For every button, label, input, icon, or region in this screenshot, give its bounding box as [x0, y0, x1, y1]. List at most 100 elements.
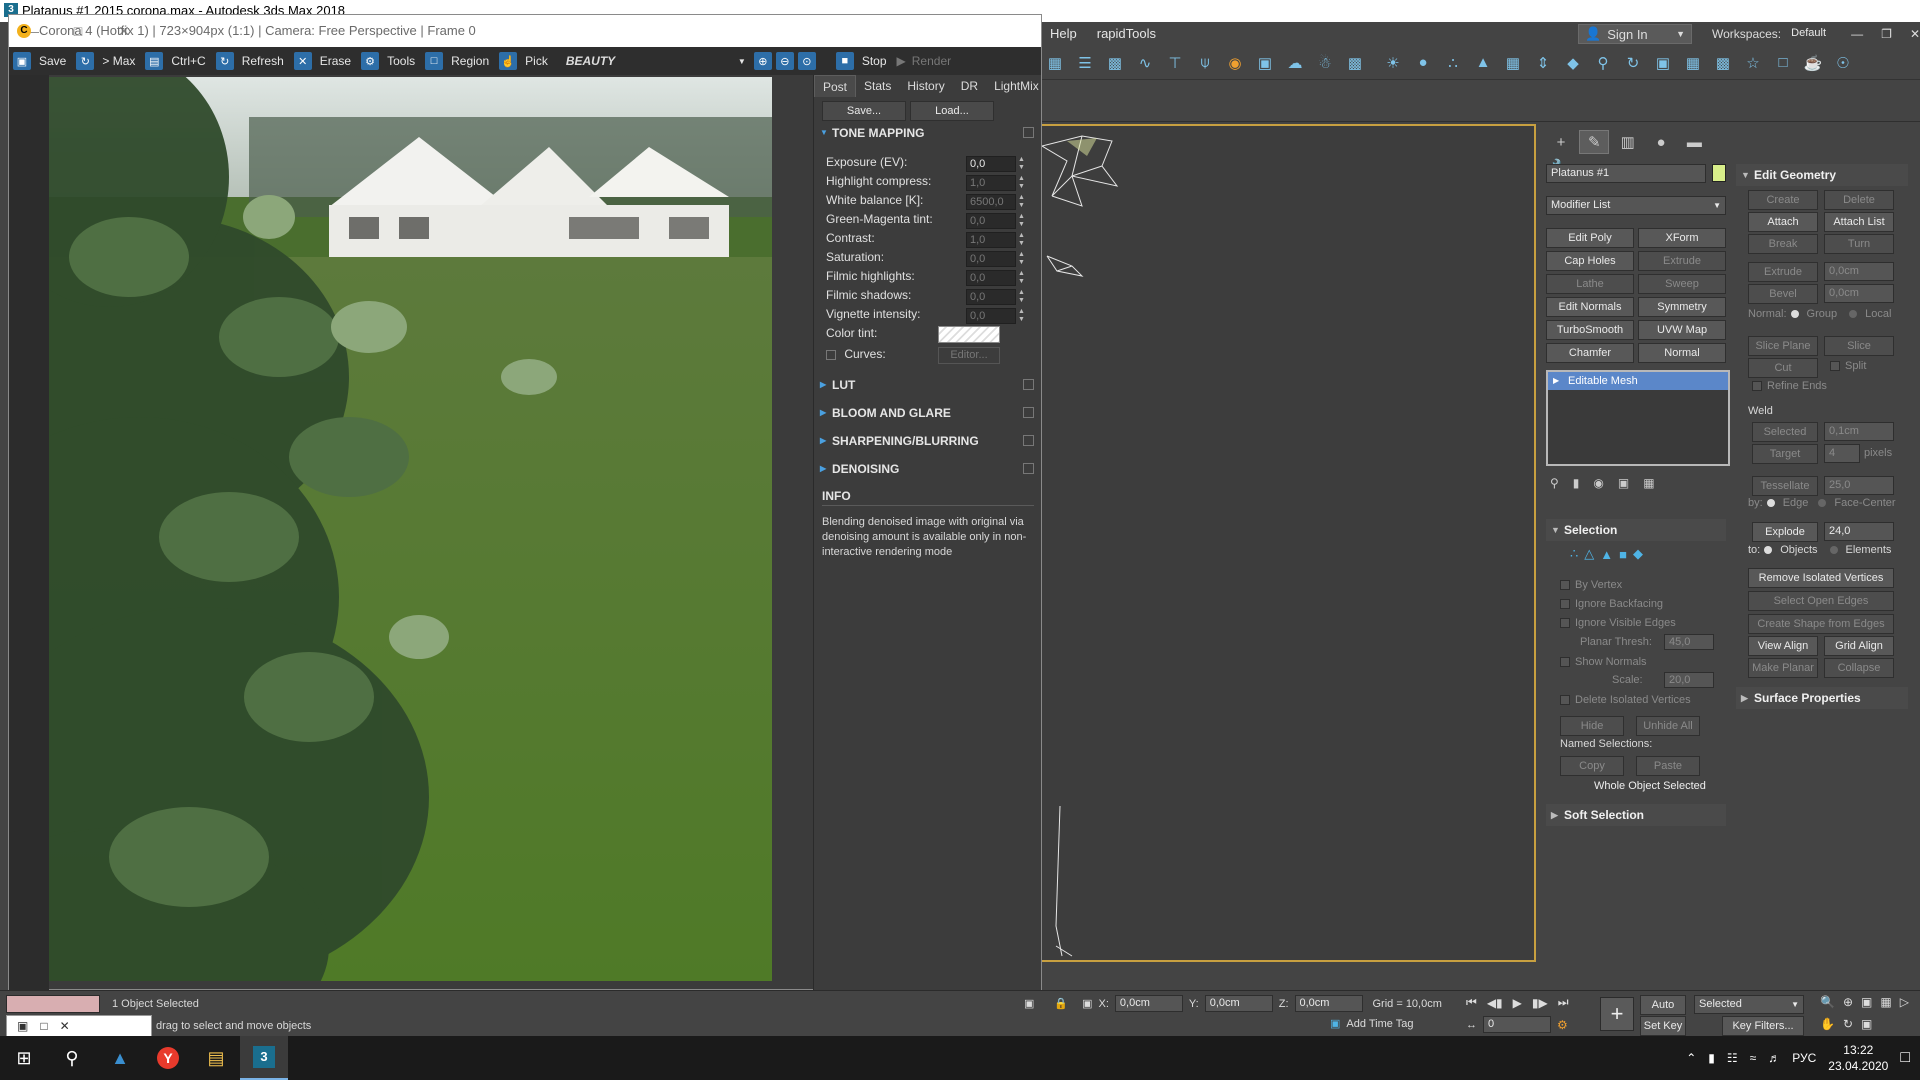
3dsmax-active-icon[interactable]: 3: [240, 1036, 288, 1080]
isolate-icon[interactable]: ▣: [1024, 997, 1034, 1010]
search-icon[interactable]: ⚲: [48, 1036, 96, 1080]
menu-rapidtools[interactable]: rapidTools: [1087, 22, 1166, 46]
zoom-out-button[interactable]: ⊖: [774, 47, 796, 75]
show-end-result-icon[interactable]: ▮: [1573, 476, 1580, 490]
field-of-view-icon[interactable]: ▷: [1900, 995, 1909, 1009]
key-filters-button[interactable]: Key Filters...: [1722, 1016, 1804, 1036]
sharpening-blurring-header[interactable]: ▶ SHARPENING/BLURRING: [820, 431, 1034, 451]
pan-icon[interactable]: ✋: [1820, 1017, 1835, 1031]
create-shape-from-edges-button[interactable]: Create Shape from Edges: [1748, 614, 1894, 634]
vignette-input[interactable]: 0,0: [966, 308, 1016, 324]
copy-button[interactable]: Copy: [1560, 756, 1624, 776]
make-planar-button[interactable]: Make Planar: [1748, 658, 1818, 678]
ignore-visible-edges-option[interactable]: Ignore Visible Edges: [1560, 617, 1676, 629]
light-icon[interactable]: ☀: [1380, 50, 1406, 76]
expand-arrow-icon[interactable]: ▶: [1553, 372, 1559, 390]
frame-icon[interactable]: □: [1770, 50, 1796, 76]
render-icon[interactable]: ☃: [1312, 50, 1338, 76]
zoom-icon[interactable]: 🔍: [1820, 995, 1835, 1009]
rendered-frame-icon[interactable]: ☁: [1282, 50, 1308, 76]
view-align-button[interactable]: View Align: [1748, 636, 1818, 656]
vfb-pick-button[interactable]: ☝ Pick: [495, 47, 554, 75]
windows-start-icon[interactable]: ⊞: [0, 1036, 48, 1080]
explode-button[interactable]: Explode: [1752, 522, 1818, 542]
y-coordinate-field[interactable]: 0,0cm: [1204, 995, 1273, 1012]
go-to-end-icon[interactable]: ⏭: [1558, 995, 1569, 1010]
sphere-icon[interactable]: ●: [1410, 50, 1436, 76]
toggle-ribbon-icon[interactable]: ▩: [1102, 50, 1128, 76]
post-load-button[interactable]: Load...: [910, 101, 994, 121]
spinner-icon[interactable]: ▲ ▼: [1018, 289, 1025, 305]
tray-chevron-up-icon[interactable]: ⌃: [1686, 1051, 1696, 1065]
bevel-amount-field[interactable]: 0,0cm: [1824, 284, 1894, 303]
align-icon[interactable]: ▦: [1680, 50, 1706, 76]
menu-help[interactable]: Help: [1040, 22, 1087, 46]
create-button[interactable]: Create: [1748, 190, 1818, 210]
next-frame-icon[interactable]: ▮▶: [1532, 996, 1548, 1010]
display-tab-icon[interactable]: ▬: [1679, 131, 1709, 155]
vfb-region-button[interactable]: □ Region: [421, 47, 495, 75]
wifi-icon[interactable]: ≈: [1750, 1051, 1757, 1065]
dope-sheet-icon[interactable]: ⊤: [1162, 50, 1188, 76]
edit-geometry-rollout-header[interactable]: ▼ Edit Geometry: [1736, 164, 1908, 186]
extrude-modifier-button[interactable]: Extrude: [1638, 251, 1726, 271]
teapot-icon[interactable]: ☕: [1800, 50, 1826, 76]
symmetry-button[interactable]: Symmetry: [1638, 297, 1726, 317]
spinner-icon[interactable]: ▲ ▼: [1018, 194, 1025, 210]
unhide-all-button[interactable]: Unhide All: [1636, 716, 1700, 736]
absolute-mode-icon[interactable]: ▣: [1082, 997, 1092, 1010]
create-tab-icon[interactable]: +: [1546, 131, 1576, 155]
filmic-shadows-input[interactable]: 0,0: [966, 289, 1016, 305]
render-button[interactable]: ▶ Render: [893, 47, 958, 75]
yandex-browser-icon[interactable]: Y: [144, 1036, 192, 1080]
vfb-erase-button[interactable]: ✕ Erase: [290, 47, 357, 75]
tessellate-tension-field[interactable]: 25,0: [1824, 476, 1894, 495]
schematic-view-icon[interactable]: ⍦: [1192, 50, 1218, 76]
objects-radio[interactable]: [1764, 546, 1773, 554]
tab-dr[interactable]: DR: [953, 75, 986, 97]
layer-explorer-icon[interactable]: ☰: [1072, 50, 1098, 76]
play-icon[interactable]: ▶: [1513, 996, 1522, 1010]
vertex-level-icon[interactable]: ∴: [1570, 546, 1578, 562]
camera-icon[interactable]: ◆: [1560, 50, 1586, 76]
motion-tab-icon[interactable]: ●: [1646, 131, 1676, 155]
attach-list-button[interactable]: Attach List: [1824, 212, 1894, 232]
attach-button[interactable]: Attach: [1748, 212, 1818, 232]
x-coordinate-field[interactable]: 0,0cm: [1114, 995, 1183, 1012]
sweep-button[interactable]: Sweep: [1638, 274, 1726, 294]
particles-icon[interactable]: ∴: [1440, 50, 1466, 76]
go-to-start-icon[interactable]: ⏮: [1466, 995, 1477, 1010]
vfb-to-max-button[interactable]: ↻ > Max: [72, 47, 141, 75]
delete-button[interactable]: Delete: [1824, 190, 1894, 210]
by-vertex-option[interactable]: By Vertex: [1560, 579, 1622, 591]
tree-icon[interactable]: ▲: [1470, 50, 1496, 76]
hierarchy-tab-icon[interactable]: ▥: [1613, 130, 1643, 154]
post-save-button[interactable]: Save...: [822, 101, 906, 121]
tab-history[interactable]: History: [899, 75, 952, 97]
spinner-icon[interactable]: ▲ ▼: [1018, 251, 1025, 267]
white-balance-input[interactable]: 6500,0: [966, 194, 1016, 210]
clock[interactable]: 13:22 23.04.2020: [1828, 1042, 1888, 1074]
auto-key-button[interactable]: Auto Key: [1640, 995, 1686, 1029]
green-magenta-input[interactable]: 0,0: [966, 213, 1016, 229]
element-level-icon[interactable]: ◆: [1633, 546, 1643, 562]
rotate-icon[interactable]: ↻: [1620, 50, 1646, 76]
workspaces-selector[interactable]: Workspaces: Default — ❐ ✕: [1712, 24, 1920, 44]
extrude-button[interactable]: Extrude: [1748, 262, 1818, 282]
edge-radio[interactable]: [1766, 499, 1775, 507]
spinner-icon[interactable]: ▲ ▼: [1018, 232, 1025, 248]
ignore-backfacing-option[interactable]: Ignore Backfacing: [1560, 598, 1663, 610]
planar-thresh-field[interactable]: 45,0: [1664, 634, 1714, 650]
workspaces-value[interactable]: Default: [1787, 24, 1842, 44]
weld-threshold-field[interactable]: 0,1cm: [1824, 422, 1894, 441]
rendered-image[interactable]: [49, 77, 772, 981]
curve-editor-icon[interactable]: ∿: [1132, 50, 1158, 76]
language-indicator[interactable]: РУС: [1792, 1051, 1816, 1065]
color-tint-swatch[interactable]: [938, 326, 1000, 343]
file-explorer-icon[interactable]: ▤: [192, 1036, 240, 1080]
table-icon[interactable]: ▦: [1500, 50, 1526, 76]
select-open-edges-button[interactable]: Select Open Edges: [1748, 591, 1894, 611]
selection-rollout-header[interactable]: ▼ Selection: [1546, 519, 1726, 541]
normal-button[interactable]: Normal: [1638, 343, 1726, 363]
bloom-glare-header[interactable]: ▶ BLOOM AND GLARE: [820, 403, 1034, 423]
